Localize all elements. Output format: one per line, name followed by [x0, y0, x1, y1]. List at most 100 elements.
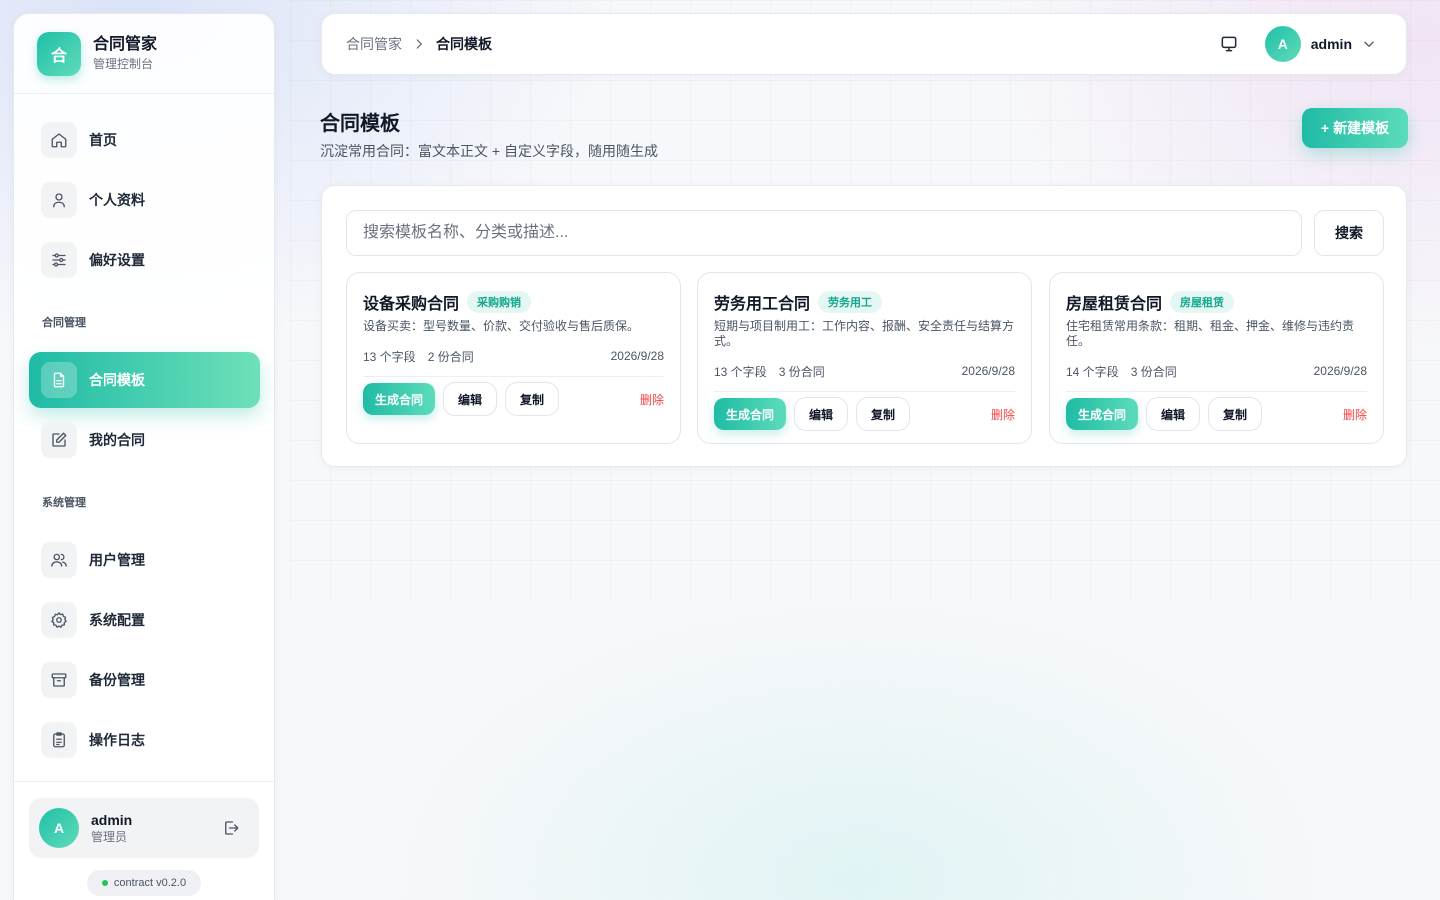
breadcrumb: 合同管家 合同模板 [346, 34, 1211, 54]
breadcrumb-root[interactable]: 合同管家 [346, 34, 402, 54]
sidebar-item-label: 偏好设置 [89, 252, 145, 268]
field-count: 14 个字段 [1066, 364, 1119, 379]
sidebar-item-label: 用户管理 [89, 552, 145, 568]
edit-button[interactable]: 编辑 [443, 382, 498, 416]
edit-button[interactable]: 编辑 [1146, 397, 1201, 431]
chevron-down-icon [1362, 37, 1376, 51]
sidebar-footer: A admin 管理员 contract v0.2.0 [14, 781, 274, 900]
sidebar-item-label: 操作日志 [89, 732, 145, 748]
user-card: A admin 管理员 [29, 798, 259, 858]
search-input[interactable] [346, 210, 1302, 256]
breadcrumb-current: 合同模板 [436, 36, 492, 52]
archive-icon [41, 662, 77, 698]
new-template-label: 新建模板 [1333, 120, 1390, 136]
divider [1066, 391, 1367, 392]
generate-contract-button[interactable]: 生成合同 [714, 398, 787, 430]
brand-logo: 合 [37, 31, 81, 76]
sidebar-item-label: 系统配置 [89, 612, 145, 628]
sidebar-item-config[interactable]: 系统配置 [29, 592, 260, 648]
clipboard-icon [41, 722, 77, 758]
card-title: 房屋租赁合同 [1066, 296, 1163, 313]
field-count: 13 个字段 [714, 364, 767, 379]
contract-count: 3 份合同 [778, 364, 825, 379]
card-title: 设备采购合同 [363, 296, 460, 313]
sidebar-item-templates[interactable]: 合同模板 [29, 352, 260, 408]
page-description: 沉淀常用合同：富文本正文 + 自定义字段，随用随生成 [320, 143, 658, 159]
sidebar-item-profile[interactable]: 个人资料 [29, 172, 260, 228]
user-role: 管理员 [91, 830, 128, 844]
category-tag: 采购购销 [467, 291, 532, 313]
delete-button[interactable]: 删除 [1343, 406, 1367, 423]
user-name: admin [91, 812, 133, 828]
card-description: 短期与项目制用工：工作内容、报酬、安全责任与结算方式。 [714, 319, 1015, 348]
category-tag: 房屋租赁 [1170, 291, 1235, 313]
page-title: 合同模板 [320, 113, 400, 135]
card-date: 2026/9/28 [610, 349, 664, 363]
card-date: 2026/9/28 [1313, 364, 1367, 378]
sidebar-item-users[interactable]: 用户管理 [29, 532, 260, 588]
sidebar: 合 合同管家 管理控制台 首页 个人资料 偏好设置 合同管理 合同模板 我的合同… [13, 13, 275, 900]
home-icon [41, 122, 77, 158]
version-badge: contract v0.2.0 [87, 870, 201, 896]
new-template-button[interactable]: + 新建模板 [1302, 108, 1408, 148]
gear-icon [41, 602, 77, 638]
sidebar-item-logs[interactable]: 操作日志 [29, 712, 260, 768]
template-card[interactable]: 劳务用工合同 劳务用工 短期与项目制用工：工作内容、报酬、安全责任与结算方式。 … [697, 272, 1032, 444]
edit-icon [41, 422, 77, 458]
delete-button[interactable]: 删除 [991, 406, 1015, 423]
status-dot [101, 880, 108, 886]
copy-button[interactable]: 复制 [505, 382, 560, 416]
sliders-icon [41, 242, 77, 278]
avatar: A [39, 808, 79, 848]
sidebar-item-label: 合同模板 [89, 372, 145, 388]
user-icon [41, 182, 77, 218]
copy-button[interactable]: 复制 [1208, 397, 1263, 431]
plus-icon: + [1320, 120, 1330, 136]
card-title: 劳务用工合同 [714, 296, 811, 313]
chevron-right-icon [412, 37, 426, 51]
monitor-icon[interactable] [1211, 26, 1247, 62]
contract-count: 2 份合同 [427, 349, 474, 364]
card-meta: 14 个字段 3 份合同 2026/9/28 [1066, 363, 1367, 379]
brand: 合 合同管家 管理控制台 [14, 14, 274, 94]
sidebar-item-label: 我的合同 [89, 432, 145, 448]
contract-count: 3 份合同 [1130, 364, 1177, 379]
logout-icon[interactable] [213, 810, 249, 846]
template-card[interactable]: 设备采购合同 采购购销 设备买卖：型号数量、价款、交付验收与售后质保。 13 个… [346, 272, 681, 444]
sidebar-item-preferences[interactable]: 偏好设置 [29, 232, 260, 288]
templates-panel: 搜索 设备采购合同 采购购销 设备买卖：型号数量、价款、交付验收与售后质保。 1… [321, 185, 1407, 467]
edit-button[interactable]: 编辑 [794, 397, 849, 431]
sidebar-item-my-contracts[interactable]: 我的合同 [29, 412, 260, 468]
card-date: 2026/9/28 [961, 364, 1015, 378]
sidebar-item-label: 首页 [89, 132, 117, 148]
category-tag: 劳务用工 [818, 291, 883, 313]
divider [714, 391, 1015, 392]
sidebar-item-backup[interactable]: 备份管理 [29, 652, 260, 708]
delete-button[interactable]: 删除 [640, 391, 664, 408]
brand-subtitle: 管理控制台 [93, 56, 154, 71]
sidebar-nav: 首页 个人资料 偏好设置 合同管理 合同模板 我的合同 系统管理 用户管理 系统… [29, 112, 260, 772]
copy-button[interactable]: 复制 [856, 397, 911, 431]
document-icon [41, 362, 77, 398]
user-menu[interactable]: A admin [1264, 26, 1376, 62]
divider [363, 376, 664, 377]
section-contracts: 合同管理 [42, 317, 86, 329]
sidebar-item-label: 备份管理 [89, 672, 145, 688]
card-meta: 13 个字段 3 份合同 2026/9/28 [714, 363, 1015, 379]
avatar: A [1264, 26, 1301, 62]
template-card[interactable]: 房屋租赁合同 房屋租赁 住宅租赁常用条款：租期、租金、押金、维修与违约责任。 1… [1049, 272, 1384, 444]
card-description: 住宅租赁常用条款：租期、租金、押金、维修与违约责任。 [1066, 319, 1355, 348]
generate-contract-button[interactable]: 生成合同 [363, 383, 436, 415]
version-label: contract v0.2.0 [113, 877, 187, 889]
card-meta: 13 个字段 2 份合同 2026/9/28 [363, 348, 664, 364]
topbar: 合同管家 合同模板 A admin [321, 13, 1407, 75]
sidebar-item-home[interactable]: 首页 [29, 112, 260, 168]
card-description: 设备买卖：型号数量、价款、交付验收与售后质保。 [363, 319, 640, 333]
username: admin [1310, 36, 1352, 52]
section-system: 系统管理 [42, 497, 86, 509]
sidebar-item-label: 个人资料 [89, 192, 145, 208]
field-count: 13 个字段 [363, 349, 416, 364]
generate-contract-button[interactable]: 生成合同 [1066, 398, 1139, 430]
brand-title: 合同管家 [93, 35, 158, 53]
search-button[interactable]: 搜索 [1314, 210, 1384, 256]
